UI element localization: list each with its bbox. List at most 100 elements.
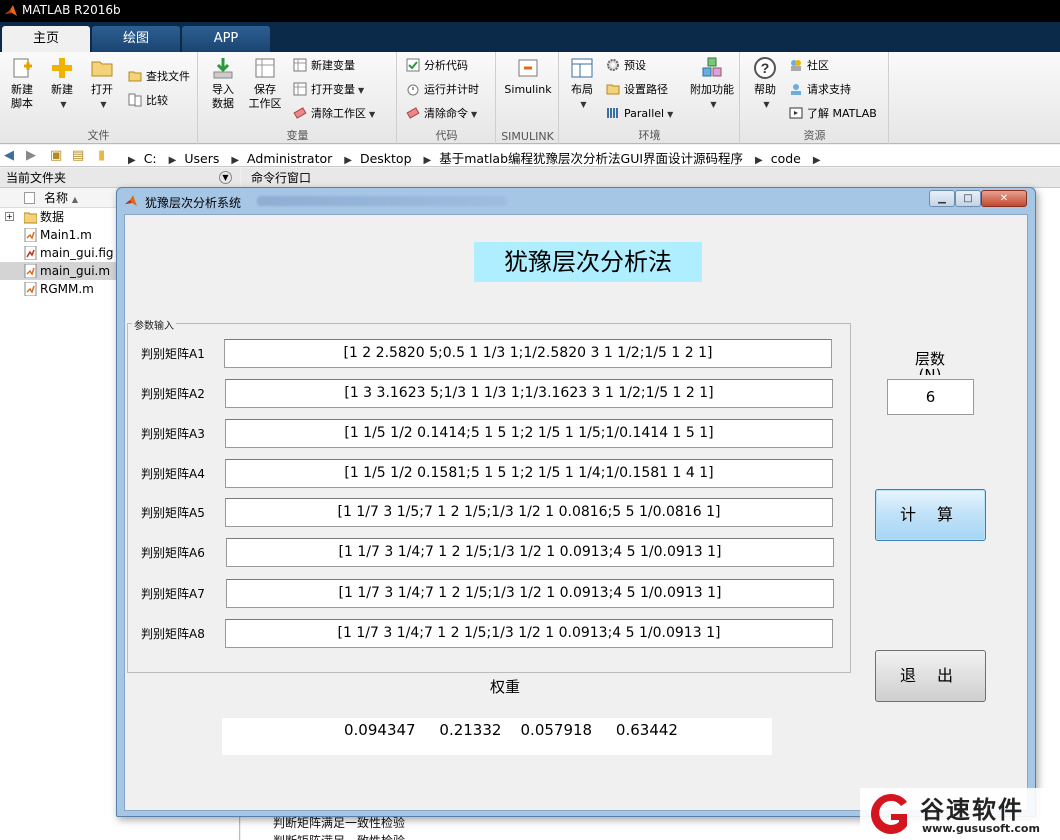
gusu-logo-icon bbox=[871, 794, 907, 834]
minimize-button[interactable]: ▁ bbox=[929, 190, 955, 207]
chevron-right-icon: ▶ bbox=[423, 155, 432, 166]
import-data-button[interactable]: 导入 数据 bbox=[201, 56, 245, 111]
new-button[interactable]: 新建 ▼ bbox=[40, 56, 84, 112]
chevron-right-icon: ▶ bbox=[344, 155, 352, 166]
request-support-button[interactable]: 请求支持 bbox=[789, 81, 851, 99]
command-window-header: 命令行窗口 bbox=[241, 168, 1060, 188]
parallel-button[interactable]: Parallel ▼ bbox=[606, 105, 673, 123]
folder-search-icon bbox=[128, 71, 142, 82]
table-open-icon bbox=[293, 82, 307, 96]
preferences-label: 预设 bbox=[624, 59, 646, 72]
chevron-down-icon: ▼ bbox=[667, 110, 674, 119]
clear-workspace-button[interactable]: 清除工作区 ▼ bbox=[293, 105, 375, 123]
gui-body: 犹豫层次分析法 参数输入 判别矩阵A1 [1 2 2.5820 5;0.5 1 … bbox=[124, 214, 1028, 811]
matrix-input-a6[interactable]: [1 1/7 3 1/4;7 1 2 1/5;1/3 1/2 1 0.0913;… bbox=[226, 538, 834, 567]
new-script-button[interactable]: 新建 脚本 bbox=[0, 56, 44, 111]
community-button[interactable]: 社区 bbox=[789, 57, 829, 75]
tab-home[interactable]: 主页 bbox=[2, 26, 90, 52]
support-icon bbox=[791, 84, 801, 95]
file-name: 数据 bbox=[40, 210, 65, 224]
chevron-right-icon: ▶ bbox=[168, 155, 177, 166]
simulink-label: Simulink bbox=[504, 83, 552, 96]
chevron-down-icon: ▼ bbox=[471, 110, 478, 119]
breadcrumb-item[interactable]: Desktop bbox=[360, 151, 412, 166]
new-script-label-1: 新建 bbox=[11, 83, 33, 96]
back-arrow-icon[interactable]: ◀ bbox=[4, 148, 14, 163]
breadcrumb-item[interactable]: C: bbox=[144, 151, 157, 166]
addons-cubes-icon bbox=[702, 57, 722, 77]
clear-commands-button[interactable]: 清除命令 ▼ bbox=[406, 105, 477, 123]
set-path-button[interactable]: 设置路径 bbox=[606, 81, 668, 99]
analyze-code-button[interactable]: 分析代码 bbox=[406, 57, 468, 75]
current-folder-header: 当前文件夹 ▼ bbox=[0, 168, 240, 188]
expand-icon[interactable]: + bbox=[5, 212, 14, 221]
help-icon: ? bbox=[754, 57, 776, 79]
section-label-code: 代码 bbox=[435, 129, 458, 142]
layout-icon bbox=[571, 58, 593, 78]
chevron-right-icon: ▶ bbox=[128, 155, 136, 166]
compare-button[interactable]: 比较 bbox=[128, 92, 168, 110]
tab-plots[interactable]: 绘图 bbox=[92, 26, 180, 52]
save-workspace-button[interactable]: 保存 工作区 bbox=[243, 56, 287, 111]
matrix-input-a5[interactable]: [1 1/7 3 1/5;7 1 2 1/5;1/3 1/2 1 0.0816;… bbox=[225, 498, 833, 527]
compute-button[interactable]: 计 算 bbox=[875, 489, 986, 541]
new-script-label-2: 脚本 bbox=[11, 97, 33, 110]
simulink-button[interactable]: Simulink bbox=[502, 56, 554, 97]
chevron-down-icon: ▼ bbox=[580, 100, 587, 109]
breadcrumb-item[interactable]: code bbox=[771, 151, 801, 166]
matrix-input-a8[interactable]: [1 1/7 3 1/4;7 1 2 1/5;1/3 1/2 1 0.0913;… bbox=[225, 619, 833, 648]
breadcrumb-item[interactable]: Administrator bbox=[247, 151, 332, 166]
matrix-label-a2: 判别矩阵A2 bbox=[141, 387, 205, 401]
section-label-file: 文件 bbox=[87, 129, 110, 142]
save-workspace-icon bbox=[255, 58, 275, 78]
maximize-button[interactable]: □ bbox=[955, 190, 981, 207]
chevron-right-icon: ▶ bbox=[755, 155, 763, 166]
gear-icon bbox=[607, 59, 619, 71]
learn-matlab-button[interactable]: 了解 MATLAB bbox=[789, 105, 877, 123]
new-variable-button[interactable]: 新建变量 bbox=[293, 57, 355, 75]
new-label: 新建 bbox=[51, 83, 73, 96]
matrix-input-a2[interactable]: [1 3 3.1623 5;1/3 1 1/3 1;1/3.1623 3 1 1… bbox=[225, 379, 833, 408]
matrix-input-a3[interactable]: [1 1/5 1/2 0.1414;5 1 5 1;2 1/5 1 1/5;1/… bbox=[225, 419, 833, 448]
current-folder-title: 当前文件夹 bbox=[6, 171, 67, 185]
file-icon bbox=[24, 192, 35, 204]
svg-text:?: ? bbox=[761, 60, 770, 76]
up-folder-icon[interactable]: ▣ bbox=[50, 148, 62, 163]
close-button[interactable]: ✕ bbox=[981, 190, 1027, 207]
matrix-label-a8: 判别矩阵A8 bbox=[141, 627, 205, 641]
matrix-input-a4[interactable]: [1 1/5 1/2 0.1581;5 1 5 1;2 1/5 1 1/4;1/… bbox=[225, 459, 833, 488]
watermark-url: www.gususoft.com bbox=[922, 822, 1040, 835]
folder-icon bbox=[24, 212, 37, 224]
file-name: Main1.m bbox=[40, 228, 92, 242]
matrix-label-a3: 判别矩阵A3 bbox=[141, 427, 205, 441]
fig-file-icon bbox=[24, 246, 37, 260]
param-group-label: 参数输入 bbox=[132, 317, 176, 332]
watermark-title: 谷速软件 bbox=[920, 796, 1024, 824]
browse-folder-icon[interactable]: ▤ bbox=[72, 148, 84, 163]
preferences-button[interactable]: 预设 bbox=[606, 57, 646, 75]
layers-input[interactable]: 6 bbox=[887, 379, 974, 415]
panel-menu-icon[interactable]: ▼ bbox=[219, 171, 232, 184]
run-and-time-button[interactable]: 运行并计时 bbox=[406, 81, 479, 99]
ribbon-section-code: 分析代码 运行并计时 清除命令 ▼ 代码 bbox=[398, 52, 496, 144]
file-name: main_gui.fig bbox=[40, 246, 114, 260]
addons-button[interactable]: 附加功能 ▼ bbox=[684, 56, 740, 112]
matlab-logo-icon bbox=[125, 195, 137, 206]
open-variable-button[interactable]: 打开变量 ▼ bbox=[293, 81, 364, 99]
help-button[interactable]: ? 帮助 ▼ bbox=[743, 56, 787, 112]
run-and-time-label: 运行并计时 bbox=[424, 83, 479, 96]
exit-button[interactable]: 退 出 bbox=[875, 650, 986, 702]
matrix-input-a7[interactable]: [1 1/7 3 1/4;7 1 2 1/5;1/3 1/2 1 0.0913;… bbox=[226, 579, 834, 608]
eraser-icon bbox=[293, 107, 307, 119]
clear-workspace-label: 清除工作区 bbox=[311, 107, 366, 120]
matrix-input-a1[interactable]: [1 2 2.5820 5;0.5 1 1/3 1;1/2.5820 3 1 1… bbox=[224, 339, 832, 368]
forward-arrow-icon[interactable]: ▶ bbox=[26, 148, 36, 163]
breadcrumb-item[interactable]: Users bbox=[184, 151, 219, 166]
open-button[interactable]: 打开 ▼ bbox=[80, 56, 124, 112]
ribbon-section-simulink: Simulink SIMULINK bbox=[497, 52, 559, 144]
layout-button[interactable]: 布局 ▼ bbox=[560, 56, 604, 112]
breadcrumb-item[interactable]: 基于matlab编程犹豫层次分析法GUI界面设计源码程序 bbox=[439, 151, 743, 166]
main-title: 犹豫层次分析法 bbox=[474, 242, 702, 282]
tab-apps[interactable]: APP bbox=[182, 26, 270, 52]
find-files-button[interactable]: 查找文件 bbox=[128, 68, 190, 86]
